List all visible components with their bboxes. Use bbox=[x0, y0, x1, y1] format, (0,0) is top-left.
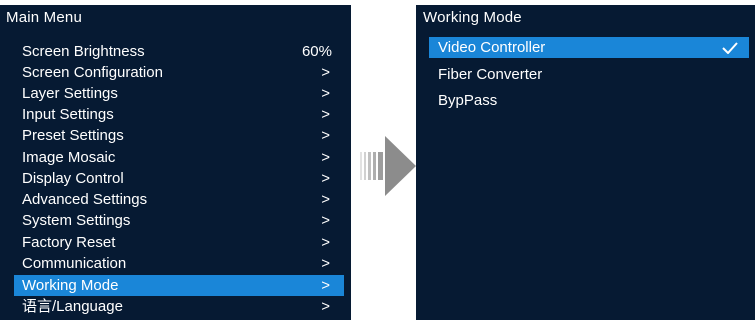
brightness-value: 60% bbox=[301, 43, 332, 60]
option-byppass[interactable]: BypPass bbox=[429, 90, 749, 111]
menu-item-working-mode[interactable]: Working Mode > bbox=[14, 275, 344, 296]
chevron-right-icon: > bbox=[321, 149, 330, 166]
menu-item-label: Screen Brightness bbox=[22, 43, 145, 60]
menu-item-layer-settings[interactable]: Layer Settings > bbox=[14, 83, 344, 104]
menu-item-factory-reset[interactable]: Factory Reset > bbox=[14, 232, 344, 253]
right-arrow-icon bbox=[360, 136, 416, 196]
menu-item-label: Display Control bbox=[22, 170, 124, 187]
menu-item-label: Communication bbox=[22, 255, 127, 272]
menu-item-label: Screen Configuration bbox=[22, 64, 163, 81]
chevron-right-icon: > bbox=[321, 106, 330, 123]
menu-item-advanced-settings[interactable]: Advanced Settings > bbox=[14, 189, 344, 210]
chevron-right-icon: > bbox=[321, 277, 330, 294]
menu-item-label: Preset Settings bbox=[22, 127, 124, 144]
menu-item-system-settings[interactable]: System Settings > bbox=[14, 210, 344, 231]
menu-item-preset-settings[interactable]: Preset Settings > bbox=[14, 125, 344, 146]
option-label: BypPass bbox=[438, 92, 498, 109]
chevron-right-icon: > bbox=[321, 170, 330, 187]
main-menu-screen: Main Menu Screen Brightness 60% Screen C… bbox=[0, 5, 351, 320]
menu-item-label: Input Settings bbox=[22, 106, 114, 123]
menu-item-screen-configuration[interactable]: Screen Configuration > bbox=[14, 62, 344, 83]
option-label: Fiber Converter bbox=[438, 66, 543, 83]
menu-item-label: Image Mosaic bbox=[22, 149, 116, 166]
working-mode-title: Working Mode bbox=[423, 9, 522, 26]
main-menu-title: Main Menu bbox=[6, 9, 83, 26]
menu-item-label: 语言/Language bbox=[22, 298, 123, 315]
chevron-right-icon: > bbox=[321, 127, 330, 144]
menu-item-communication[interactable]: Communication > bbox=[14, 253, 344, 274]
option-label: Video Controller bbox=[438, 39, 546, 56]
menu-item-image-mosaic[interactable]: Image Mosaic > bbox=[14, 147, 344, 168]
chevron-right-icon: > bbox=[321, 85, 330, 102]
chevron-right-icon: > bbox=[321, 234, 330, 251]
menu-item-display-control[interactable]: Display Control > bbox=[14, 168, 344, 189]
option-fiber-converter[interactable]: Fiber Converter bbox=[429, 64, 749, 85]
chevron-right-icon: > bbox=[321, 191, 330, 208]
menu-item-label: Factory Reset bbox=[22, 234, 116, 251]
chevron-right-icon: > bbox=[321, 298, 330, 315]
check-icon bbox=[722, 42, 738, 54]
chevron-right-icon: > bbox=[321, 64, 330, 81]
working-mode-screen: Working Mode Video Controller Fiber Conv… bbox=[416, 5, 755, 320]
menu-item-label: System Settings bbox=[22, 212, 131, 229]
menu-item-screen-brightness[interactable]: Screen Brightness 60% bbox=[14, 41, 344, 62]
menu-item-label: Advanced Settings bbox=[22, 191, 148, 208]
menu-item-input-settings[interactable]: Input Settings > bbox=[14, 104, 344, 125]
menu-item-label: Layer Settings bbox=[22, 85, 118, 102]
chevron-right-icon: > bbox=[321, 212, 330, 229]
option-video-controller[interactable]: Video Controller bbox=[429, 37, 749, 58]
chevron-right-icon: > bbox=[321, 255, 330, 272]
menu-item-label: Working Mode bbox=[22, 277, 119, 294]
menu-item-language[interactable]: 语言/Language > bbox=[14, 296, 344, 317]
